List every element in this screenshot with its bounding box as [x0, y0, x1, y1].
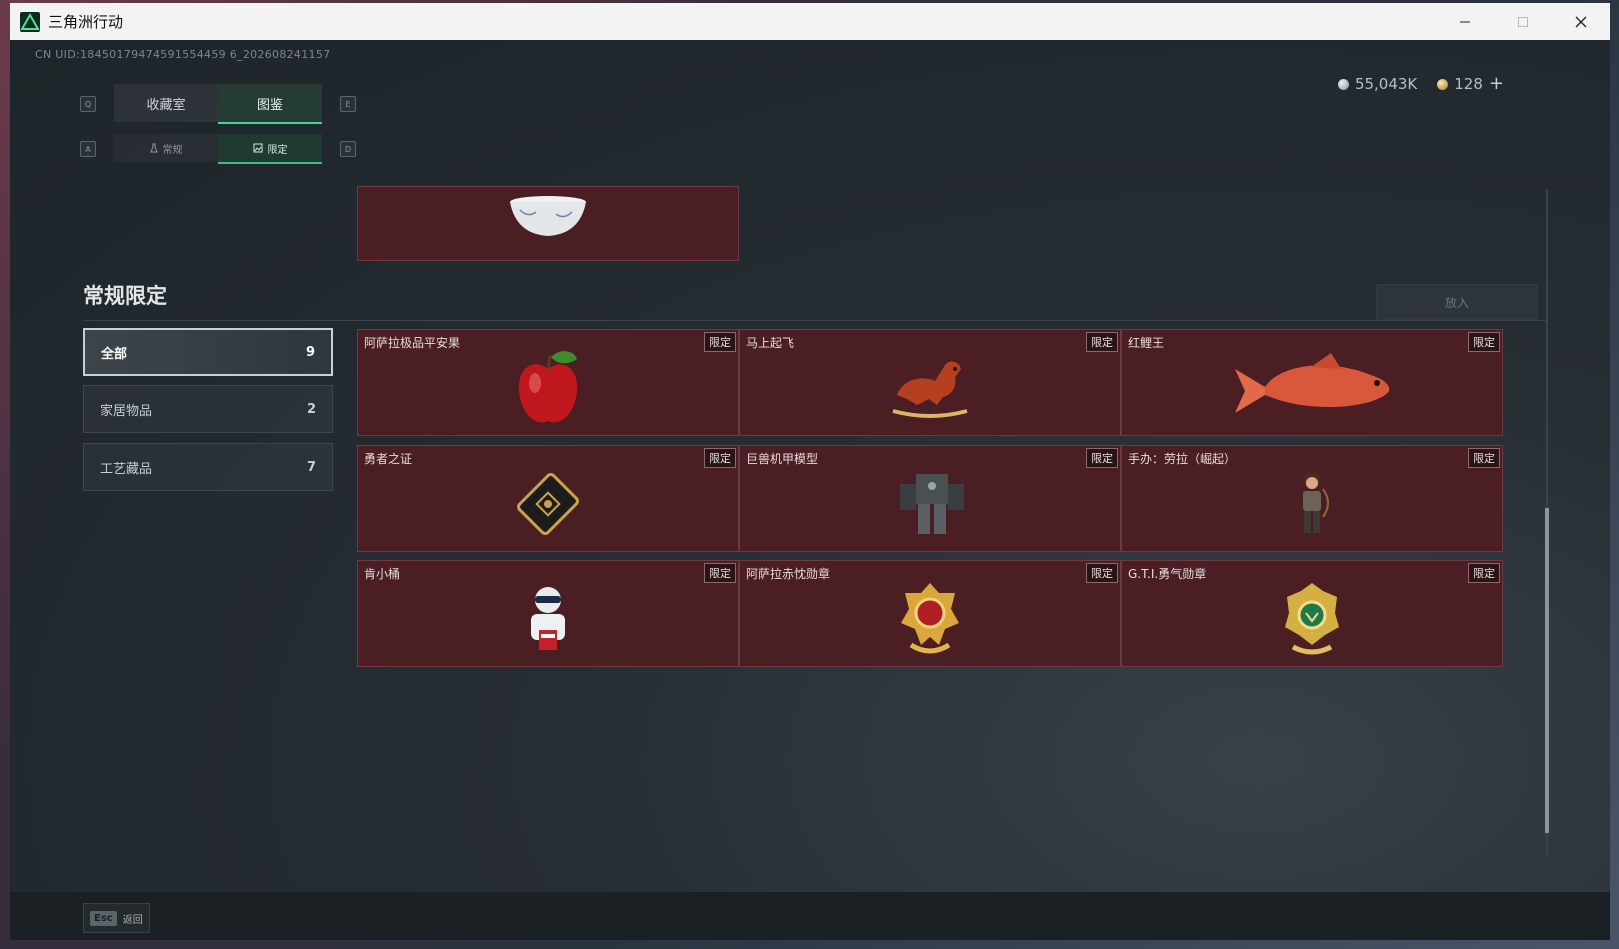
- silver-amount: 55,043K: [1354, 74, 1418, 93]
- item-name: 肯小桶: [364, 567, 401, 581]
- window-title: 三角洲行动: [48, 13, 124, 31]
- tab-collection-room[interactable]: 收藏室: [114, 84, 218, 122]
- back-button[interactable]: Esc 返回: [83, 903, 150, 933]
- tab-illustrated-guide[interactable]: 图鉴: [218, 84, 322, 124]
- subtab-regular[interactable]: 常规: [114, 134, 218, 162]
- category-count: 2: [306, 401, 316, 417]
- add-currency-button[interactable]: +: [1489, 73, 1504, 94]
- subtab-label: 限定: [267, 144, 288, 156]
- item-card[interactable]: 手办：劳拉（崛起） 限定: [1121, 445, 1503, 552]
- category-label: 全部: [101, 346, 128, 362]
- currency-bar: 55,043K 128 +: [1337, 73, 1504, 94]
- bowl-icon: [510, 196, 586, 237]
- close-button[interactable]: [1552, 3, 1610, 40]
- silver-currency: 55,043K: [1337, 74, 1418, 93]
- title-bar: 三角洲行动: [10, 3, 1610, 40]
- limited-badge: 限定: [1086, 332, 1118, 352]
- item-name: 阿萨拉极品平安果: [364, 336, 461, 350]
- item-name: 红鲤王: [1128, 336, 1165, 350]
- key-hint-d: D: [340, 141, 356, 157]
- key-hint-q: Q: [80, 96, 96, 112]
- item-name: 勇者之证: [364, 452, 413, 466]
- esc-key-hint: Esc: [90, 910, 117, 926]
- item-card[interactable]: 红鲤王 限定: [1121, 329, 1503, 436]
- item-card[interactable]: 阿萨拉赤忱勋章 限定: [739, 560, 1121, 667]
- back-label: 返回: [122, 914, 143, 926]
- category-crafts[interactable]: 工艺藏品 7: [83, 443, 333, 491]
- key-hint-e: E: [340, 96, 356, 112]
- silver-coin-icon: [1337, 78, 1349, 90]
- horse-icon: [892, 361, 968, 418]
- item-card[interactable]: 阿萨拉极品平安果 限定: [357, 329, 739, 436]
- item-card[interactable]: 马上起飞 限定: [739, 329, 1121, 436]
- tab-label: 图鉴: [256, 97, 283, 113]
- category-all[interactable]: 全部 9: [83, 328, 333, 376]
- limited-badge: 限定: [704, 332, 736, 352]
- item-name: 巨兽机甲模型: [746, 452, 819, 466]
- item-card[interactable]: 巨兽机甲模型 限定: [739, 445, 1121, 552]
- item-name: G.T.I.勇气勋章: [1128, 567, 1207, 581]
- figure-icon: [1303, 471, 1329, 533]
- limited-badge: 限定: [1086, 448, 1118, 468]
- limited-badge: 限定: [704, 563, 736, 583]
- tab-label: 收藏室: [146, 97, 186, 113]
- red-medal-icon: [901, 582, 959, 654]
- apple-icon: [518, 350, 578, 423]
- category-household[interactable]: 家居物品 2: [83, 385, 333, 433]
- item-name: 手办：劳拉（崛起）: [1128, 452, 1237, 466]
- item-name: 阿萨拉赤忱勋章: [746, 567, 831, 581]
- minimize-button[interactable]: [1436, 3, 1494, 40]
- category-count: 7: [306, 459, 316, 475]
- section-title: 常规限定: [83, 284, 167, 308]
- mecha-icon: [900, 473, 964, 534]
- limited-badge: 限定: [704, 448, 736, 468]
- item-card[interactable]: G.T.I.勇气勋章 限定: [1121, 560, 1503, 667]
- item-card[interactable]: 勇者之证 限定: [357, 445, 739, 552]
- section-divider: [83, 320, 1547, 321]
- footer-bar: Esc 返回: [10, 892, 1610, 940]
- minimize-icon: [1460, 21, 1470, 22]
- item-card-partial[interactable]: [357, 186, 739, 261]
- item-card[interactable]: 肯小桶 限定: [357, 560, 739, 667]
- item-name: 马上起飞: [746, 336, 795, 350]
- category-count: 9: [305, 344, 315, 360]
- category-label: 家居物品: [100, 403, 153, 419]
- scrollbar-thumb[interactable]: [1545, 508, 1549, 833]
- gold-currency: 128 +: [1437, 73, 1504, 94]
- gold-coin-icon: [1437, 79, 1449, 90]
- limited-badge: 限定: [1468, 332, 1500, 352]
- flask-icon: [149, 143, 158, 153]
- release-button[interactable]: 放入: [1376, 284, 1538, 320]
- maximize-button[interactable]: [1494, 3, 1552, 40]
- green-medal-icon: [1285, 582, 1339, 655]
- card-icon: [517, 472, 579, 535]
- delta-logo-icon: [20, 11, 40, 32]
- category-label: 工艺藏品: [100, 461, 153, 477]
- carp-icon: [1235, 352, 1390, 413]
- limited-badge: 限定: [1468, 563, 1500, 583]
- subtab-limited[interactable]: 限定: [218, 134, 322, 164]
- close-icon: [1575, 16, 1587, 27]
- uid-label: CN UID:18450179474591554459 6_2026082411…: [35, 48, 331, 61]
- colonel-icon: [531, 586, 565, 650]
- limited-badge: 限定: [1086, 563, 1118, 583]
- limited-badge: 限定: [1468, 448, 1500, 468]
- maximize-icon: [1518, 16, 1528, 27]
- subtab-label: 常规: [162, 144, 183, 156]
- image-icon: [253, 143, 262, 153]
- app-window: 三角洲行动 CN UID:18450179474591554459 6_2026…: [10, 3, 1610, 940]
- key-hint-a: A: [80, 141, 96, 157]
- main-content: CN UID:18450179474591554459 6_2026082411…: [10, 40, 1610, 940]
- gold-amount: 128: [1454, 75, 1483, 93]
